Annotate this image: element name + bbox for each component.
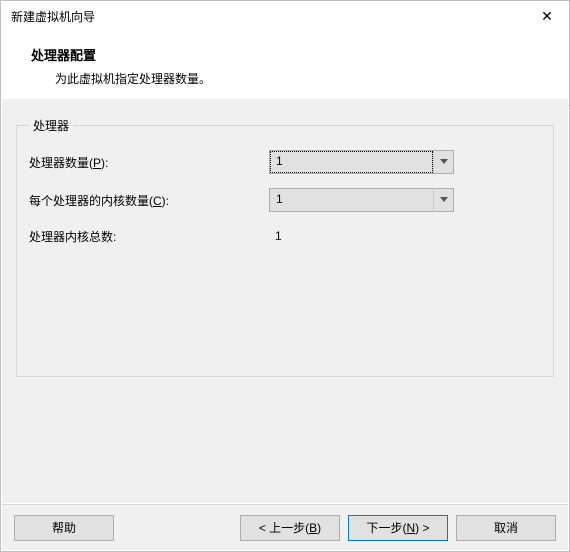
help-button[interactable]: 帮助 xyxy=(14,515,114,541)
back-button[interactable]: < 上一步(B) xyxy=(240,515,340,541)
wizard-header: 处理器配置 为此虚拟机指定处理器数量。 xyxy=(1,31,569,106)
content-area: 处理器 处理器数量(P): 1 每个处理器的内核数量(C): 1 xyxy=(2,99,568,503)
row-cores-per-processor: 每个处理器的内核数量(C): 1 xyxy=(29,188,541,212)
close-button[interactable]: ✕ xyxy=(525,1,569,31)
wizard-footer: 帮助 < 上一步(B) 下一步(N) > 取消 xyxy=(2,504,568,550)
window-title: 新建虚拟机向导 xyxy=(11,8,525,25)
processor-count-select[interactable]: 1 xyxy=(269,150,454,174)
cores-per-processor-select[interactable]: 1 xyxy=(269,188,454,212)
label-total-cores: 处理器内核总数: xyxy=(29,228,269,245)
page-subtitle: 为此虚拟机指定处理器数量。 xyxy=(55,70,559,87)
label-cores-per-processor: 每个处理器的内核数量(C): xyxy=(29,192,269,209)
group-legend: 处理器 xyxy=(29,117,73,134)
titlebar: 新建虚拟机向导 ✕ xyxy=(1,1,569,31)
label-processor-count: 处理器数量(P): xyxy=(29,154,269,171)
page-title: 处理器配置 xyxy=(31,45,559,64)
cores-per-processor-value: 1 xyxy=(270,189,433,211)
total-cores-value: 1 xyxy=(269,226,459,246)
processor-count-value: 1 xyxy=(270,151,433,173)
next-button[interactable]: 下一步(N) > xyxy=(348,515,448,541)
cancel-button[interactable]: 取消 xyxy=(456,515,556,541)
chevron-down-icon xyxy=(433,151,453,173)
row-processor-count: 处理器数量(P): 1 xyxy=(29,150,541,174)
processor-group: 处理器 处理器数量(P): 1 每个处理器的内核数量(C): 1 xyxy=(16,117,554,377)
row-total-cores: 处理器内核总数: 1 xyxy=(29,226,541,246)
chevron-down-icon xyxy=(433,189,453,211)
close-icon: ✕ xyxy=(541,8,553,25)
